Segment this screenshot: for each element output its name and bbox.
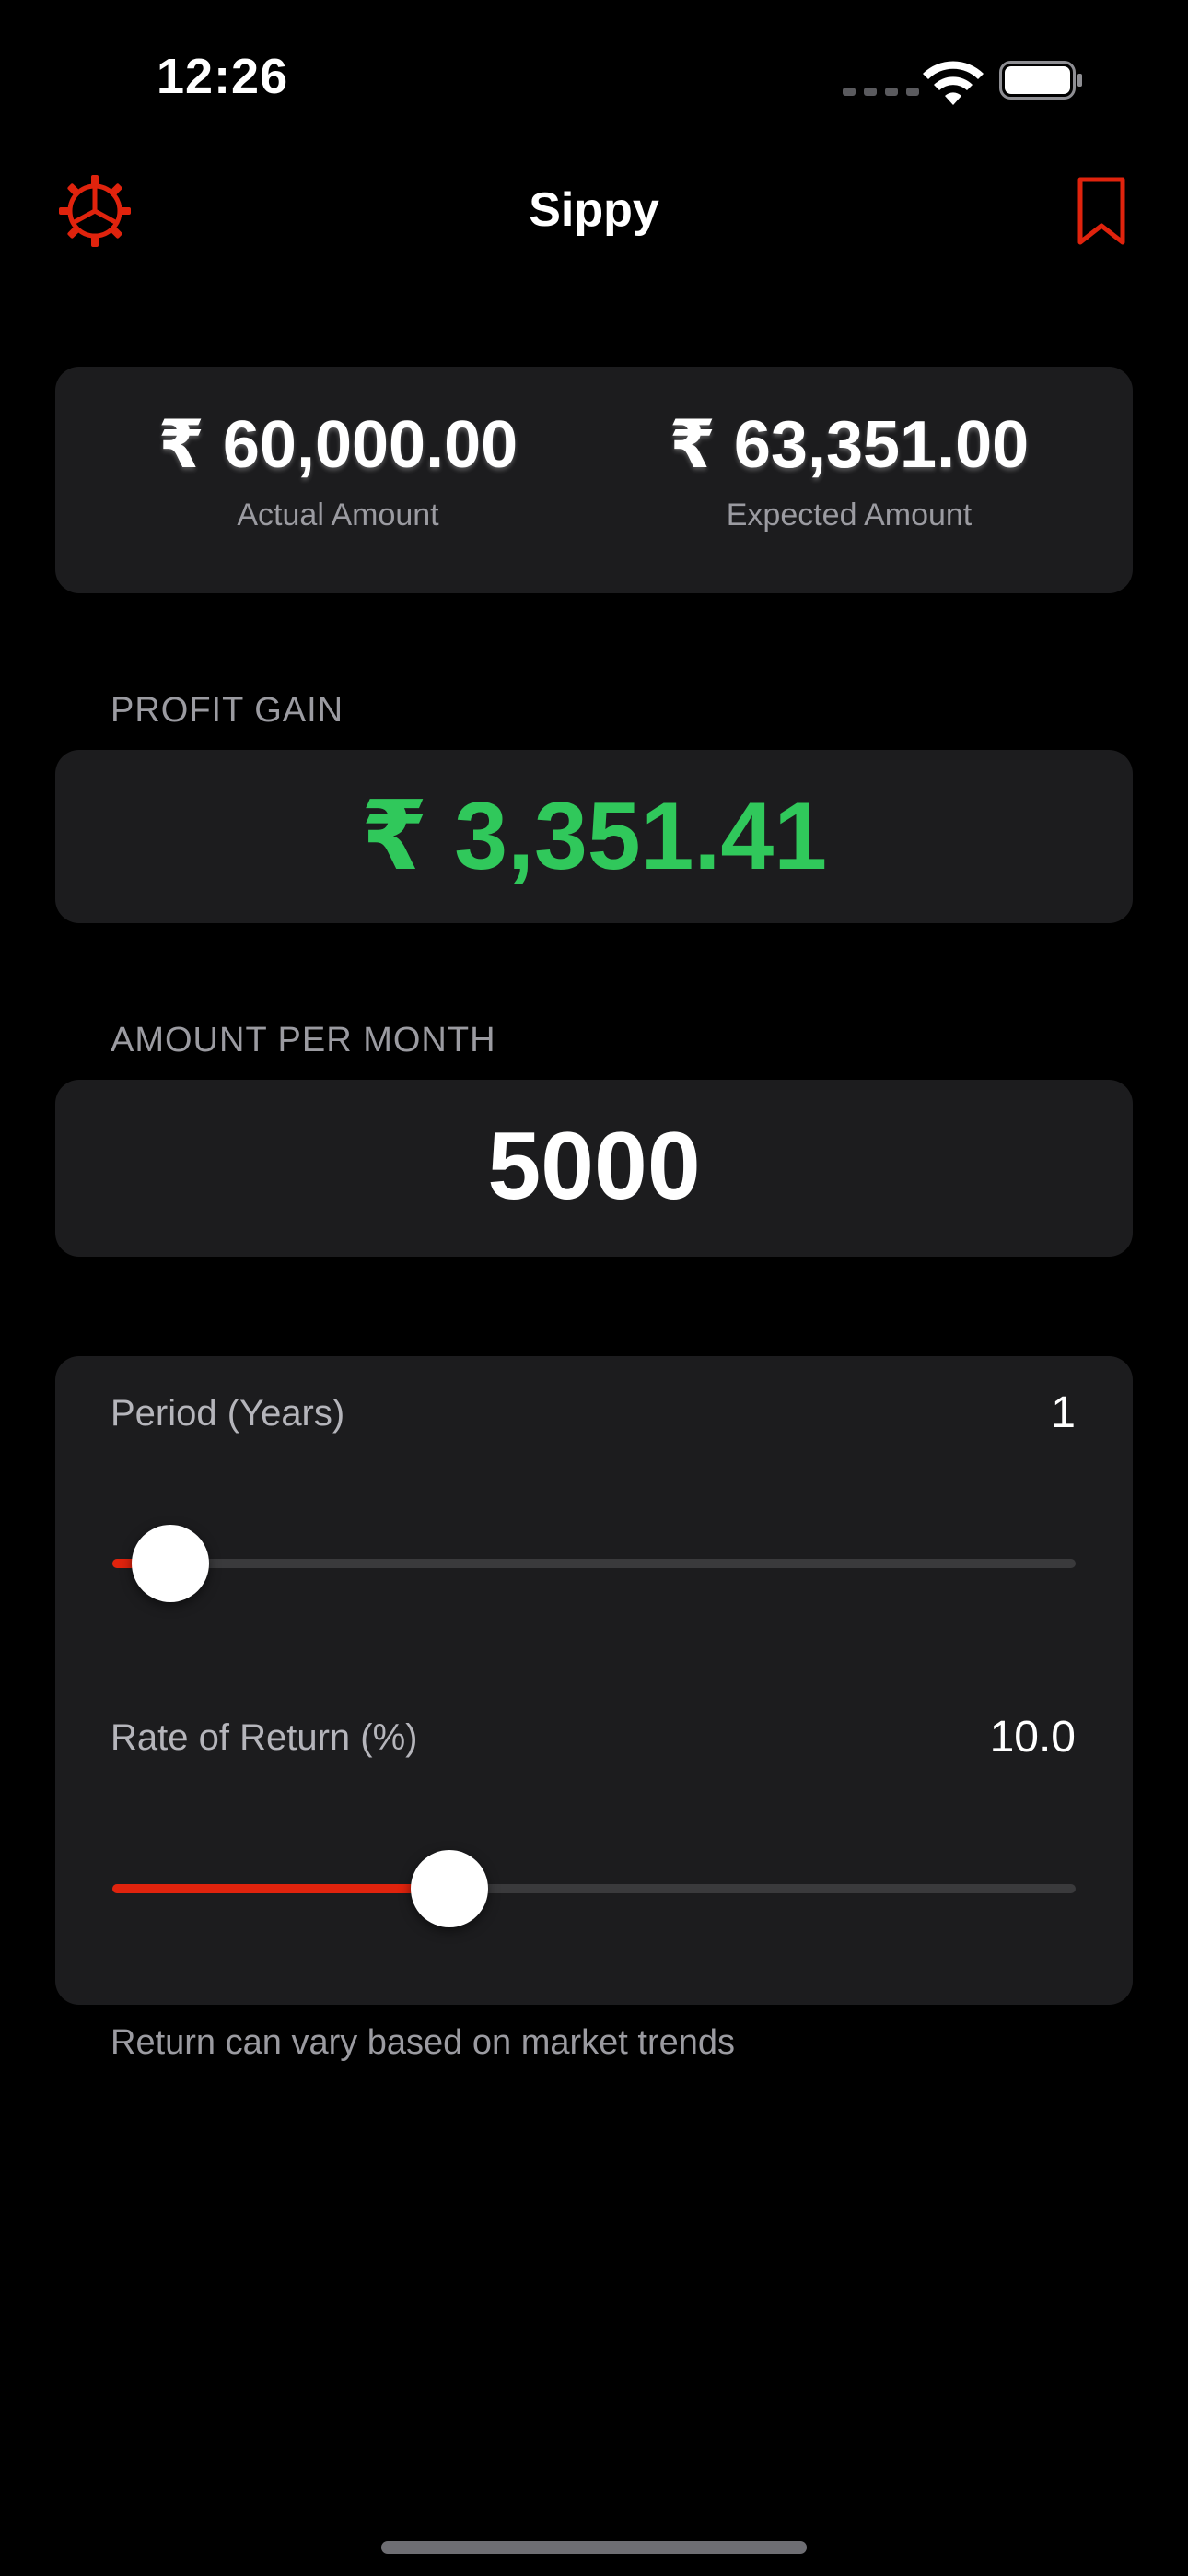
period-slider-thumb[interactable]	[131, 1525, 209, 1602]
rate-label: Rate of Return (%)	[111, 1717, 418, 1758]
status-time: 12:26	[157, 49, 289, 104]
nav-title: Sippy	[529, 183, 659, 237]
rate-slider-thumb[interactable]	[411, 1850, 489, 1927]
actual-amount-value: ₹ 60,000.00	[157, 408, 518, 482]
period-slider-track[interactable]	[112, 1559, 1076, 1568]
actual-amount-block: ₹ 60,000.00 Actual Amount	[80, 404, 596, 533]
cellular-signal-icon	[843, 88, 919, 96]
sliders-card	[55, 1356, 1133, 2005]
period-value: 1	[1051, 1388, 1076, 1437]
rate-value: 10.0	[989, 1713, 1076, 1762]
bookmark-icon[interactable]	[1076, 175, 1127, 247]
rate-slider-fill	[112, 1884, 450, 1893]
battery-icon	[999, 61, 1082, 100]
wifi-icon	[923, 61, 984, 105]
actual-amount-label: Actual Amount	[237, 498, 439, 533]
expected-amount-block: ₹ 63,351.00 Expected Amount	[591, 404, 1107, 533]
period-label: Period (Years)	[111, 1393, 345, 1434]
amount-per-month-label: AMOUNT PER MONTH	[111, 1021, 496, 1060]
rate-slider-track[interactable]	[112, 1884, 1076, 1893]
home-indicator[interactable]	[381, 2541, 807, 2554]
profit-gain-value: ₹ 3,351.41	[360, 783, 828, 890]
market-disclaimer: Return can vary based on market trends	[111, 2023, 736, 2062]
profit-gain-label: PROFIT GAIN	[111, 691, 344, 730]
expected-amount-label: Expected Amount	[726, 498, 973, 533]
expected-amount-value: ₹ 63,351.00	[669, 408, 1030, 482]
amount-per-month-input[interactable]: 5000	[55, 1111, 1133, 1222]
